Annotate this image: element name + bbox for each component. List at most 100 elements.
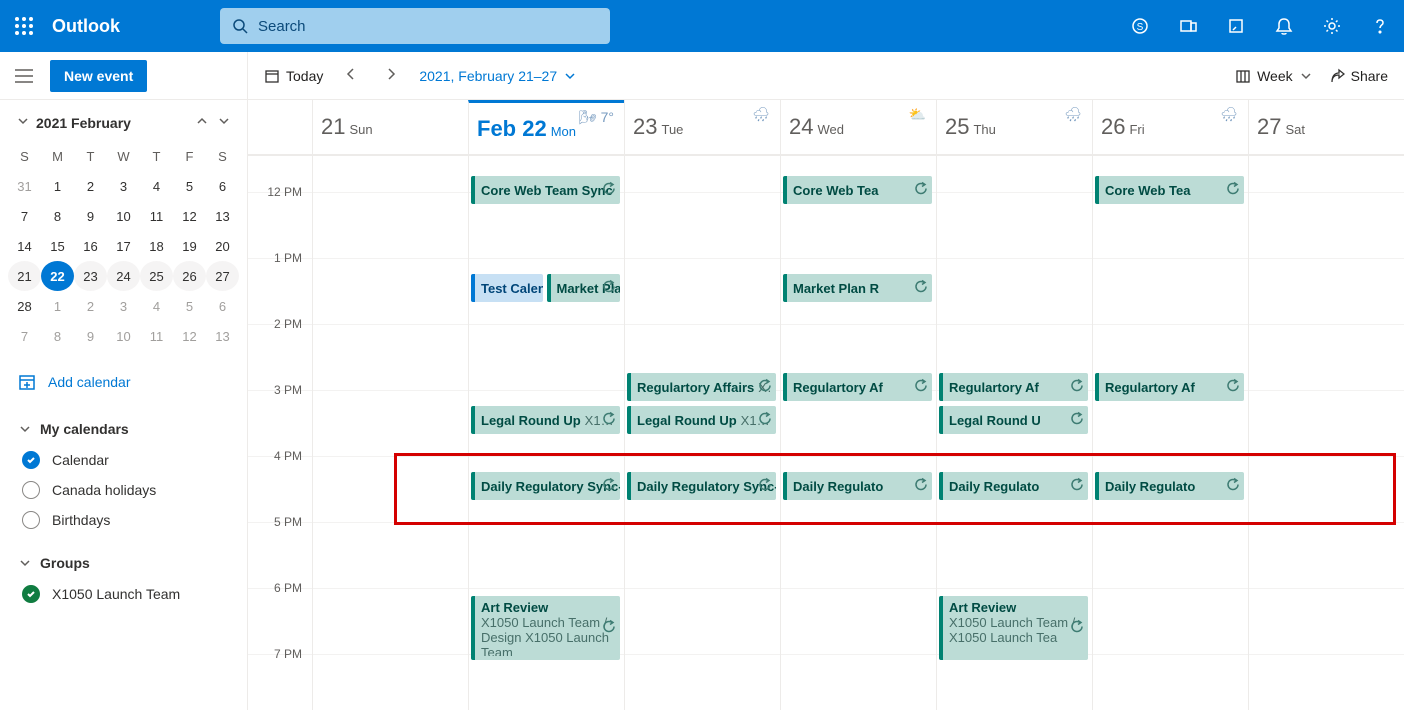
mini-cal-day[interactable]: 9: [74, 321, 107, 351]
notes-icon[interactable]: [1212, 0, 1260, 52]
mini-cal-day[interactable]: 23: [74, 261, 107, 291]
mini-cal-day[interactable]: 24: [107, 261, 140, 291]
mini-cal-day[interactable]: 17: [107, 231, 140, 261]
day-header[interactable]: 25Thu🌧: [936, 100, 1092, 154]
day-header[interactable]: Feb 22Mon🌬 7°: [468, 100, 624, 154]
mini-cal-day[interactable]: 18: [140, 231, 173, 261]
date-range-picker[interactable]: 2021, February 21–27: [419, 68, 577, 84]
calendar-event[interactable]: Legal Round U: [939, 406, 1088, 434]
day-column[interactable]: Regulartory AfLegal Round UDaily Regulat…: [936, 156, 1092, 710]
calendar-event[interactable]: Legal Round UpX1050 Launch: [471, 406, 620, 434]
day-column[interactable]: [312, 156, 468, 710]
calendar-event[interactable]: Core Web Team SyncX1050 L: [471, 176, 620, 204]
mini-cal-day[interactable]: 21: [8, 261, 41, 291]
groups-header[interactable]: Groups: [18, 547, 229, 579]
prev-month-icon[interactable]: [195, 114, 209, 131]
month-collapse-icon[interactable]: [16, 114, 30, 131]
day-column[interactable]: Core Web Tea Regulartory Af Daily Regulato: [1092, 156, 1248, 710]
calendar-event[interactable]: Daily Regulato: [939, 472, 1088, 500]
calendar-event[interactable]: Market Plan: [547, 274, 621, 302]
new-event-button[interactable]: New event: [50, 60, 147, 92]
calendar-event[interactable]: Regulartory AffairsX1050: [627, 373, 776, 401]
mini-cal-day[interactable]: 25: [140, 261, 173, 291]
day-header[interactable]: 26Fri🌧: [1092, 100, 1248, 154]
mini-cal-day[interactable]: 13: [206, 321, 239, 351]
mini-cal-day[interactable]: 8: [41, 201, 74, 231]
mini-cal-day[interactable]: 1: [41, 291, 74, 321]
mini-cal-day[interactable]: 12: [173, 201, 206, 231]
hamburger-icon[interactable]: [10, 69, 38, 83]
calendar-toggle[interactable]: [22, 511, 40, 529]
day-column[interactable]: Regulartory AffairsX1050 Legal Round UpX1…: [624, 156, 780, 710]
mini-cal-day[interactable]: 28: [8, 291, 41, 321]
calendar-item[interactable]: Canada holidays: [18, 475, 229, 505]
calendar-event[interactable]: Legal Round UpX1050 L: [627, 406, 776, 434]
mini-cal-day[interactable]: 4: [140, 291, 173, 321]
mini-cal-day[interactable]: 7: [8, 321, 41, 351]
mini-cal-day[interactable]: 19: [173, 231, 206, 261]
calendar-item[interactable]: X1050 Launch Team: [18, 579, 229, 609]
mini-cal-day[interactable]: 11: [140, 201, 173, 231]
day-header[interactable]: 21Sun: [312, 100, 468, 154]
mini-cal-day[interactable]: 2: [74, 171, 107, 201]
teams-icon[interactable]: [1164, 0, 1212, 52]
skype-icon[interactable]: S: [1116, 0, 1164, 52]
calendar-event[interactable]: Test Calendar: [471, 274, 543, 302]
calendar-event[interactable]: Core Web Tea: [783, 176, 932, 204]
calendar-toggle[interactable]: [22, 481, 40, 499]
day-column[interactable]: Core Web Tea Market Plan R Regulartory Af D…: [780, 156, 936, 710]
calendar-event[interactable]: Daily Regulatory Sync-UpCc: [471, 472, 620, 500]
mini-cal-day[interactable]: 12: [173, 321, 206, 351]
calendar-event[interactable]: Daily Regulato: [1095, 472, 1244, 500]
calendar-event[interactable]: Daily Regulato: [783, 472, 932, 500]
calendar-event[interactable]: Art ReviewX1050 Launch Team / Design X10…: [471, 596, 620, 660]
bell-icon[interactable]: [1260, 0, 1308, 52]
app-launcher-icon[interactable]: [0, 0, 48, 52]
calendar-event[interactable]: Regulartory Af: [783, 373, 932, 401]
today-button[interactable]: Today: [264, 68, 323, 84]
prev-week-icon[interactable]: [339, 62, 363, 89]
calendar-item[interactable]: Birthdays: [18, 505, 229, 535]
gear-icon[interactable]: [1308, 0, 1356, 52]
mini-cal-day[interactable]: 1: [41, 171, 74, 201]
next-week-icon[interactable]: [379, 62, 403, 89]
mini-cal-day[interactable]: 7: [8, 201, 41, 231]
mini-cal-day[interactable]: 6: [206, 291, 239, 321]
mini-cal-day[interactable]: 3: [107, 291, 140, 321]
mini-cal-day[interactable]: 13: [206, 201, 239, 231]
mini-cal-day[interactable]: 31: [8, 171, 41, 201]
mini-cal-day[interactable]: 10: [107, 321, 140, 351]
share-button[interactable]: Share: [1329, 68, 1388, 84]
mini-cal-day[interactable]: 16: [74, 231, 107, 261]
mini-cal-day[interactable]: 15: [41, 231, 74, 261]
view-switcher[interactable]: Week: [1235, 68, 1313, 84]
mini-cal-day[interactable]: 3: [107, 171, 140, 201]
mini-cal-day[interactable]: 5: [173, 291, 206, 321]
day-header[interactable]: 23Tue🌧: [624, 100, 780, 154]
mini-cal-day[interactable]: 26: [173, 261, 206, 291]
mini-cal-day[interactable]: 27: [206, 261, 239, 291]
day-header[interactable]: 27Sat: [1248, 100, 1404, 154]
calendar-event[interactable]: Daily Regulatory Sync-U: [627, 472, 776, 500]
mini-cal-day[interactable]: 4: [140, 171, 173, 201]
mini-cal-day[interactable]: 22: [41, 261, 74, 291]
day-header[interactable]: 24Wed⛅: [780, 100, 936, 154]
calendar-event[interactable]: Regulartory Af: [1095, 373, 1244, 401]
calendar-item[interactable]: Calendar: [18, 445, 229, 475]
calendar-toggle[interactable]: [22, 585, 40, 603]
calendar-toggle[interactable]: [22, 451, 40, 469]
day-column[interactable]: Core Web Team SyncX1050 L Test CalendarMa…: [468, 156, 624, 710]
next-month-icon[interactable]: [217, 114, 231, 131]
mini-cal-day[interactable]: 14: [8, 231, 41, 261]
help-icon[interactable]: [1356, 0, 1404, 52]
mini-cal-day[interactable]: 5: [173, 171, 206, 201]
calendar-event[interactable]: Core Web Tea: [1095, 176, 1244, 204]
mini-cal-day[interactable]: 9: [74, 201, 107, 231]
mini-cal-day[interactable]: 11: [140, 321, 173, 351]
day-column[interactable]: [1248, 156, 1404, 710]
mini-cal-day[interactable]: 2: [74, 291, 107, 321]
mini-cal-day[interactable]: 20: [206, 231, 239, 261]
add-calendar-button[interactable]: Add calendar: [0, 359, 247, 405]
calendar-event[interactable]: Market Plan R: [783, 274, 932, 302]
search-box[interactable]: [220, 8, 610, 44]
